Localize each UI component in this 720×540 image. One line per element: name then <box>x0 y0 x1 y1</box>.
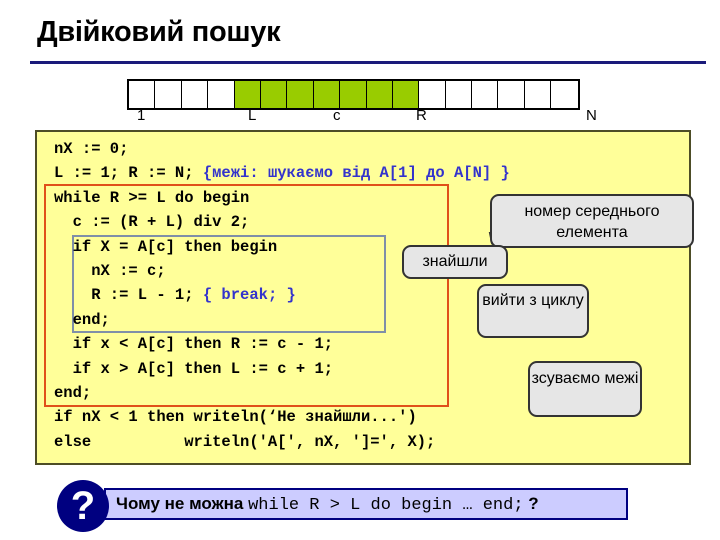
code-line: c := (R + L) div 2; <box>54 210 250 234</box>
code-line: L := 1; R := N; {межі: шукаємо від A[1] … <box>54 161 510 185</box>
code-line: if X = A[c] then begin <box>54 235 278 259</box>
code-line: if x > A[c] then L := c + 1; <box>54 357 333 381</box>
question-code: while R > L do begin … end; <box>248 496 524 515</box>
code-line: end; <box>54 381 91 405</box>
code-text: end; <box>54 310 110 329</box>
code-text: nX := c; <box>54 262 166 280</box>
code-text: if nX < 1 then writeln(‘Не знайшли...') <box>54 408 417 427</box>
array-cell <box>392 81 420 108</box>
index-label-last: N <box>586 107 597 124</box>
question-mark-icon: ? <box>57 480 109 532</box>
index-label-left: L <box>248 107 257 124</box>
array-cell <box>366 81 393 108</box>
index-label-center: c <box>333 107 341 124</box>
array-cell <box>340 81 367 108</box>
question-prefix: Чому не можна <box>116 494 249 513</box>
code-text: else writeln('A[', nX, ']=', X); <box>54 432 436 451</box>
slide-title: Двійковий пошук <box>37 16 281 48</box>
code-line: nX := 0; <box>54 137 128 161</box>
code-text: nX := 0; <box>54 140 129 158</box>
array-cell <box>313 81 341 108</box>
code-text: c := (R + L) div 2; <box>54 213 250 232</box>
array-cell <box>498 81 525 108</box>
title-underline <box>30 61 706 64</box>
index-label-right: R <box>416 107 427 124</box>
array-diagram <box>127 79 580 110</box>
code-line: if nX < 1 then writeln(‘Не знайшли...') <box>54 405 417 429</box>
array-cell <box>129 81 156 108</box>
code-text: end; <box>54 384 92 402</box>
code-line: else writeln('A[', nX, ']=', X); <box>54 430 435 454</box>
array-cell <box>551 81 578 108</box>
question-suffix: ? <box>523 494 539 513</box>
code-line: end; <box>54 308 110 332</box>
code-line: R := L - 1; { break; } <box>54 283 296 307</box>
code-text: L := 1; R := N; <box>54 164 203 183</box>
array-cell <box>524 81 552 108</box>
callout-shift-bounds: зсуваємо межі <box>528 361 642 417</box>
array-cell <box>287 81 314 108</box>
code-comment: {межі: шукаємо від A[1] до A[N] } <box>202 164 510 183</box>
code-text: R := L - 1; <box>54 286 203 305</box>
array-cell <box>260 81 288 108</box>
array-cell <box>181 81 209 108</box>
code-text: while R >= L do begin <box>54 188 250 207</box>
code-text: if x < A[c] then R := c - 1; <box>54 335 334 354</box>
code-line: while R >= L do begin <box>54 186 249 210</box>
array-cell <box>208 81 235 108</box>
code-text: if X = A[c] then begin <box>54 237 278 256</box>
code-text: if x > A[c] then L := c + 1; <box>54 359 334 378</box>
code-line: nX := c; <box>54 259 166 283</box>
array-cell <box>472 81 499 108</box>
callout-found: знайшли <box>402 245 508 279</box>
array-cell <box>234 81 261 108</box>
array-cell <box>419 81 446 108</box>
code-comment: { break; } <box>202 286 296 305</box>
question-bar: Чому не можна while R > L do begin … end… <box>104 488 628 520</box>
index-label-first: 1 <box>137 107 146 124</box>
callout-exit-loop: вийти з циклу <box>477 284 589 338</box>
callout-middle-element: номер середнього елемента <box>490 194 694 248</box>
array-cell <box>155 81 182 108</box>
code-line: if x < A[c] then R := c - 1; <box>54 332 333 356</box>
array-cell <box>445 81 473 108</box>
